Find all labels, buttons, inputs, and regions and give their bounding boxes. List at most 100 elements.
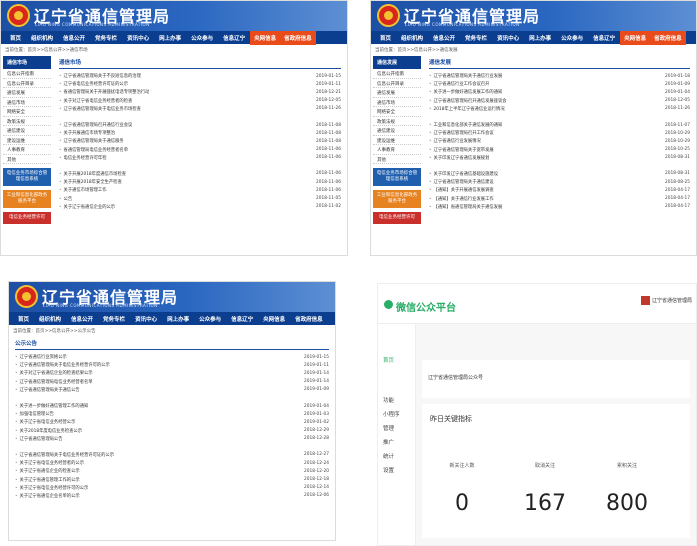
article-row[interactable]: 关于对辽宁省通信企业的检查结果公示 2019-01-14 xyxy=(15,369,329,377)
article-title[interactable]: 辽宁省通信行业工作会议召开 xyxy=(429,81,490,87)
article-title[interactable]: 关于开展2018年安全生产检查 xyxy=(59,179,122,185)
article-row[interactable]: 关于进一步做好通信发展工作的通知 2019-01-04 xyxy=(429,88,690,96)
article-row[interactable]: 电信业务经营许可年检 2018-11-06 xyxy=(59,154,341,162)
article-title[interactable]: 辽宁省通信管理局关于电信业务经营许可证的公示 xyxy=(15,452,115,458)
sidebar-item[interactable]: 推广 xyxy=(378,436,415,450)
sidebar-item[interactable]: 人事教育 xyxy=(373,145,421,155)
article-title[interactable]: 公告 xyxy=(59,196,73,202)
article-row[interactable]: 关于印发辽宁省通信发展规划 2018-08-31 xyxy=(429,154,690,162)
article-row[interactable]: 关于辽宁省通信企业的检查公示 2018-12-20 xyxy=(15,467,329,475)
sidebar-item[interactable]: 功能 xyxy=(378,394,415,408)
nav-item[interactable]: 网上办事 xyxy=(154,34,186,42)
article-row[interactable]: 辽宁省通信管理局电信业务经营者名单 2019-01-14 xyxy=(15,378,329,386)
nav-item[interactable]: 信息公开 xyxy=(66,315,98,323)
sidebar-item[interactable]: 通信发展 xyxy=(3,88,51,98)
article-title[interactable]: 辽宁省通信行业资格公示 xyxy=(15,354,67,360)
article-title[interactable]: 辽宁省通信行业发展情况 xyxy=(429,138,481,144)
nav-item[interactable]: 省政府信息 xyxy=(290,315,328,323)
nav-item[interactable]: 首页 xyxy=(5,34,26,42)
article-row[interactable]: 关于对辽宁省电信业务经营者的检查 2018-12-05 xyxy=(59,97,341,105)
nav-item[interactable]: 党务专栏 xyxy=(460,34,492,42)
article-row[interactable]: 关于开展2018年度通信市场检查 2018-11-06 xyxy=(59,170,341,178)
article-title[interactable]: 关于对辽宁省通信企业的检查结果公示 xyxy=(15,370,93,376)
article-row[interactable]: 加强电信管理公告 2019-01-03 xyxy=(15,410,329,418)
article-title[interactable]: 关于印发辽宁省通信发展规划 xyxy=(429,155,490,161)
article-row[interactable]: 关于辽宁省通信企业名单的公示 2018-12-06 xyxy=(15,492,329,500)
article-row[interactable]: 关于通信市场管理工作 2018-11-06 xyxy=(59,186,341,194)
sidebar-item[interactable]: 通信市场 xyxy=(373,98,421,107)
sidebar-item[interactable]: 信息公开目录 xyxy=(373,79,421,88)
article-title[interactable]: 关于辽宁省电信业务经营许可的公示 xyxy=(15,485,89,491)
article-title[interactable]: 【通知】关于通信行业发展工作 xyxy=(429,196,494,202)
sidebar-item[interactable]: 网络安全 xyxy=(373,107,421,117)
article-title[interactable]: 2018年上半年辽宁省通信业运行情况 xyxy=(429,106,505,112)
article-title[interactable]: 加强电信管理公告 xyxy=(15,411,54,417)
sidebar-item[interactable]: 信息公开指南 xyxy=(3,69,51,79)
article-row[interactable]: 辽宁省通信管理局关于通信建设 2018-08-25 xyxy=(429,178,690,186)
article-title[interactable]: 关于辽宁省通信企业的公示 xyxy=(59,204,116,210)
sidebar-item[interactable]: 通信发展 xyxy=(373,88,421,98)
license-button[interactable]: 电信业务经营许可 xyxy=(3,212,51,224)
article-row[interactable]: 辽宁省通信管理局公告 2018-12-28 xyxy=(15,435,329,443)
sidebar-item[interactable]: 设置 xyxy=(378,464,415,478)
article-row[interactable]: 关于2018年度电信业务检查公示 2018-12-29 xyxy=(15,427,329,435)
article-row[interactable]: 【通知】关于开展通信发展调查 2018-04-17 xyxy=(429,186,690,194)
nav-item[interactable]: 网上办事 xyxy=(162,315,194,323)
article-row[interactable]: 辽宁省通信管理局召开通信发展座谈会 2018-12-05 xyxy=(429,97,690,105)
article-row[interactable]: 辽宁省通信管理局关于不良短信息的治理 2019-01-15 xyxy=(59,72,341,80)
article-title[interactable]: 关于2018年度电信业务检查公示 xyxy=(15,428,83,434)
article-row[interactable]: 辽宁省电信业务经营许可证的公示 2019-01-11 xyxy=(59,80,341,88)
article-title[interactable]: 辽宁省通信管理局公告 xyxy=(15,436,63,442)
article-title[interactable]: 辽宁省电信业务经营许可证的公示 xyxy=(59,81,128,87)
article-title[interactable]: 电信业务经营许可年检 xyxy=(59,155,107,161)
article-row[interactable]: 关于辽宁省电信业务经营许可的公示 2018-12-14 xyxy=(15,484,329,492)
article-title[interactable]: 关于开展通信市场专项整治 xyxy=(59,130,116,136)
sidebar-item[interactable]: 人事教育 xyxy=(3,145,51,155)
article-row[interactable]: 关于进一步做好通信管理工作的通知 2019-01-04 xyxy=(15,402,329,410)
license-button[interactable]: 电信业务经营许可 xyxy=(373,212,421,224)
article-title[interactable]: 关于辽宁省通信企业名单的公示 xyxy=(15,493,80,499)
account-badge[interactable]: 辽宁省通信管理局 xyxy=(640,296,692,305)
nav-item[interactable]: 信息辽宁 xyxy=(218,34,250,42)
article-row[interactable]: 工业和信息化部关于通信发展的通知 2018-11-07 xyxy=(429,121,690,129)
article-row[interactable]: 辽宁省通信管理局关于电信业务经营许可证的公示 2018-12-27 xyxy=(15,451,329,459)
article-title[interactable]: 关于辽宁省电信业务经营公示 xyxy=(15,419,76,425)
article-row[interactable]: 辽宁省通信管理局关于通信行业发展 2019-01-18 xyxy=(429,72,690,80)
sidebar-item[interactable]: 通信市场 xyxy=(3,98,51,107)
nav-item[interactable]: 省政府信息 xyxy=(280,30,316,45)
sidebar-item-home[interactable]: 首页 xyxy=(378,354,415,368)
article-title[interactable]: 辽宁省通信管理局关于不良短信息的治理 xyxy=(59,73,141,79)
nav-item[interactable]: 公众参与 xyxy=(556,34,588,42)
nav-item[interactable]: 信息公开 xyxy=(58,34,90,42)
article-row[interactable]: 辽宁省通信管理局关于电信业务市场检查 2018-11-26 xyxy=(59,105,341,113)
system-link-button[interactable]: 电信业务市场综合管理信息系统 xyxy=(373,168,421,186)
sidebar-item[interactable]: 管理 xyxy=(378,422,415,436)
article-title[interactable]: 辽宁省通信管理局召开工作会议 xyxy=(429,130,494,136)
article-row[interactable]: 关于辽宁省通信企业的公示 2018-11-02 xyxy=(59,203,341,211)
article-row[interactable]: 辽宁省通信管理局关于宽带发展 2018-10-25 xyxy=(429,146,690,154)
nav-item[interactable]: 资讯中心 xyxy=(122,34,154,42)
service-platform-button[interactable]: 工业和信息化部政务服务平台 xyxy=(373,190,421,208)
article-title[interactable]: 【通知】关于开展通信发展调查 xyxy=(429,187,494,193)
article-title[interactable]: 辽宁省通信管理局关于电信业务市场检查 xyxy=(59,106,141,112)
article-row[interactable]: 辽宁省通信行业发展情况 2018-10-29 xyxy=(429,137,690,145)
article-row[interactable]: 2018年上半年辽宁省通信业运行情况 2018-11-26 xyxy=(429,105,690,113)
nav-item[interactable]: 组织机构 xyxy=(26,34,58,42)
nav-item[interactable]: 信息辽宁 xyxy=(226,315,258,323)
article-title[interactable]: 辽宁省通信管理局关于通信建设 xyxy=(429,179,494,185)
sidebar-item[interactable]: 其他 xyxy=(373,155,421,164)
article-row[interactable]: 省通信管理局关于开展骚扰电话专项整治行动 2018-12-21 xyxy=(59,88,341,96)
article-title[interactable]: 关于辽宁省电信业务经营者的公示 xyxy=(15,460,84,466)
nav-item[interactable]: 组织机构 xyxy=(396,34,428,42)
article-title[interactable]: 辽宁省通信管理局关于通信行业发展 xyxy=(429,73,503,79)
sidebar-item[interactable]: 通信建设 xyxy=(3,126,51,136)
notice-text[interactable]: 辽宁省通信管理局公众号 xyxy=(428,374,483,381)
nav-item[interactable]: 央网信息 xyxy=(258,315,290,323)
article-title[interactable]: 辽宁省通信管理局关于电信业务经营许可的公示 xyxy=(15,362,110,368)
nav-item[interactable]: 省政府信息 xyxy=(650,30,686,45)
article-row[interactable]: 辽宁省通信管理局关于通信公告 2019-01-09 xyxy=(15,386,329,394)
article-title[interactable]: 关于印发辽宁省通信基础设施建设 xyxy=(429,171,498,177)
article-row[interactable]: 关于辽宁省电信业务经营公示 2019-01-02 xyxy=(15,418,329,426)
sidebar-item[interactable]: 网络安全 xyxy=(3,107,51,117)
article-row[interactable]: 关于开展通信市场专项整治 2018-11-08 xyxy=(59,129,341,137)
